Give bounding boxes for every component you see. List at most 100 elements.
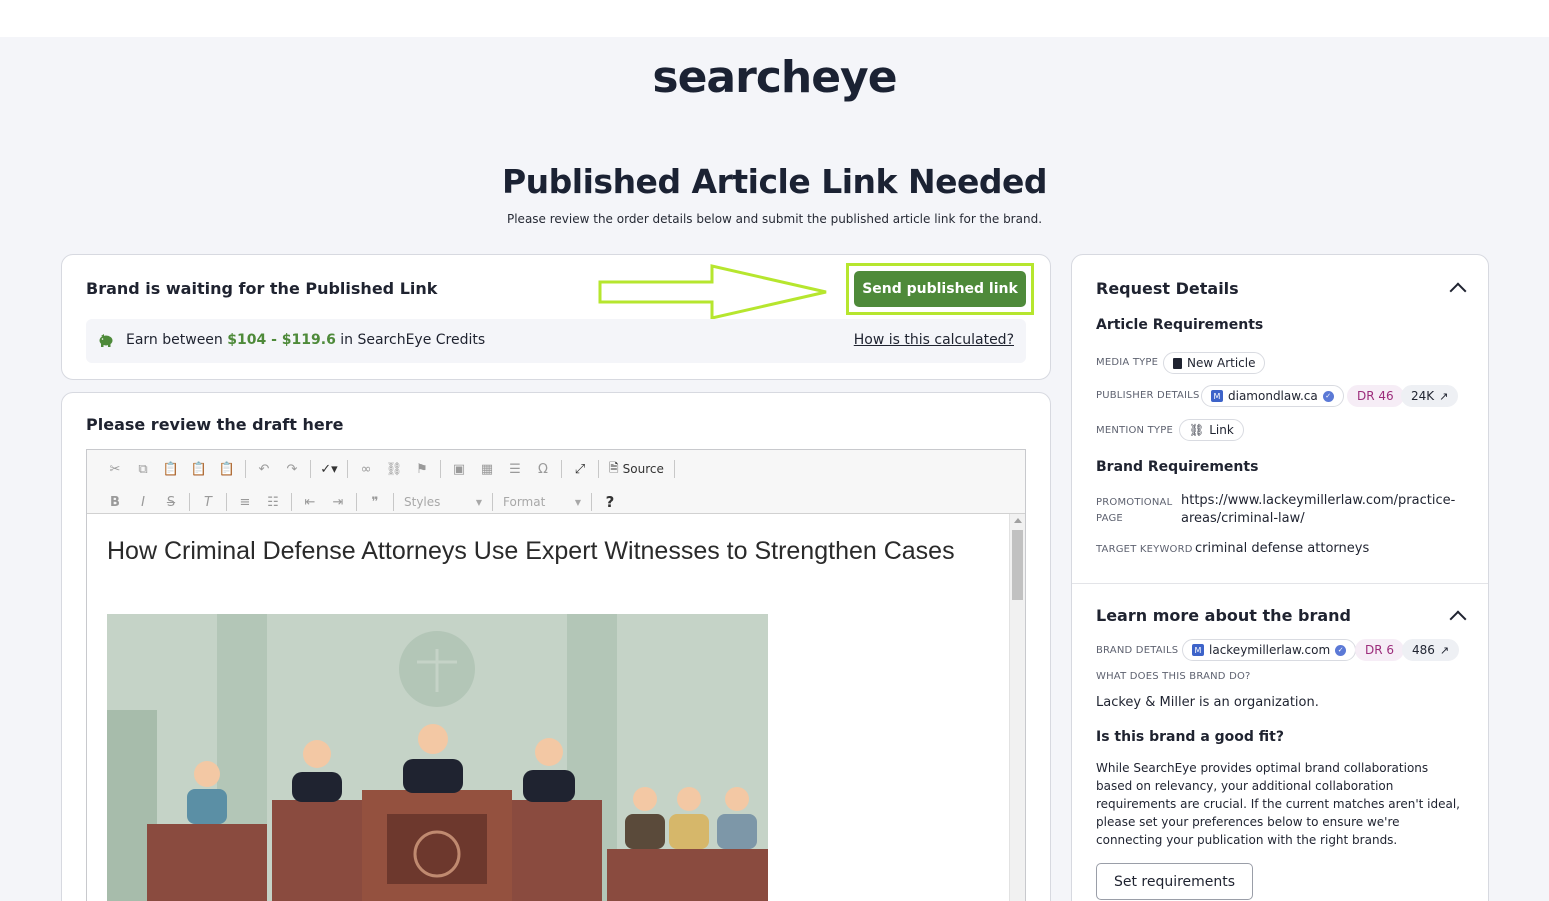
brand-dr-badge: DR 6 bbox=[1355, 639, 1405, 661]
good-fit-heading: Is this brand a good fit? bbox=[1096, 729, 1284, 745]
learn-brand-title: Learn more about the brand bbox=[1096, 606, 1351, 625]
paste-icon[interactable]: 📋 bbox=[157, 458, 185, 480]
image-icon[interactable]: ▣ bbox=[445, 458, 473, 480]
promotional-page-label-line-2: PAGE bbox=[1096, 513, 1123, 524]
table-icon[interactable]: ▦ bbox=[473, 458, 501, 480]
horizontal-rule-icon[interactable]: ☰ bbox=[501, 458, 529, 480]
earn-max: $119.6 bbox=[281, 332, 336, 348]
toolbar-row-2: B I S T ≡ ☷ ⇤ ⇥ ❞ Styles ▼ Format ▼ ? bbox=[101, 491, 624, 513]
toolbar-divider bbox=[226, 493, 227, 511]
earn-separator: - bbox=[266, 332, 282, 348]
paste-text-icon[interactable]: 📋 bbox=[185, 458, 213, 480]
document-icon bbox=[1173, 357, 1182, 369]
mention-type-value: Link bbox=[1209, 423, 1234, 437]
brand-description: Lackey & Miller is an organization. bbox=[1096, 695, 1319, 710]
help-icon[interactable]: ? bbox=[596, 491, 624, 513]
set-requirements-button[interactable]: Set requirements bbox=[1096, 863, 1253, 900]
send-published-link-button[interactable]: Send published link bbox=[854, 271, 1026, 307]
arrow-annotation-icon bbox=[598, 264, 827, 320]
toolbar-divider bbox=[356, 493, 357, 511]
spellcheck-icon[interactable]: ✓▾ bbox=[315, 458, 343, 480]
cut-icon[interactable]: ✂ bbox=[101, 458, 129, 480]
bold-icon[interactable]: B bbox=[101, 491, 129, 513]
verified-icon: ✓ bbox=[1322, 390, 1334, 402]
promotional-page-label-line-1: PROMOTIONAL bbox=[1096, 497, 1173, 508]
toolbar-divider bbox=[310, 460, 311, 478]
publisher-domain: diamondlaw.ca bbox=[1228, 389, 1318, 403]
chevron-up-icon[interactable] bbox=[1449, 282, 1467, 300]
link-icon[interactable]: ∞ bbox=[352, 458, 380, 480]
target-keyword-value: criminal defense attorneys bbox=[1195, 541, 1370, 556]
chevron-down-icon: ▼ bbox=[574, 497, 581, 507]
mention-type-chip: ⛓ Link bbox=[1179, 419, 1244, 441]
publisher-details-label: PUBLISHER DETAILS bbox=[1096, 390, 1200, 401]
redo-icon[interactable]: ↷ bbox=[278, 458, 306, 480]
brand-domain-chip[interactable]: M lackeymillerlaw.com ✓ bbox=[1182, 639, 1357, 661]
earn-suffix: in SearchEye Credits bbox=[335, 332, 486, 348]
numbered-list-icon[interactable]: ≡ bbox=[231, 491, 259, 513]
article-title: How Criminal Defense Attorneys Use Exper… bbox=[107, 537, 955, 565]
publisher-dr-badge: DR 46 bbox=[1347, 385, 1404, 407]
searcheye-logo[interactable]: searcheye bbox=[0, 52, 1549, 103]
publisher-domain-chip[interactable]: M diamondlaw.ca ✓ bbox=[1201, 385, 1344, 407]
chevron-down-icon: ▼ bbox=[475, 497, 482, 507]
brand-details-label: BRAND DETAILS bbox=[1096, 645, 1179, 656]
italic-icon[interactable]: I bbox=[129, 491, 157, 513]
brand-requirements-heading: Brand Requirements bbox=[1096, 459, 1259, 475]
editor-content[interactable]: How Criminal Defense Attorneys Use Exper… bbox=[87, 514, 1009, 901]
blockquote-icon[interactable]: ❞ bbox=[361, 491, 389, 513]
promotional-page-url-line-2[interactable]: areas/criminal-law/ bbox=[1181, 511, 1305, 526]
paste-word-icon[interactable]: 📋 bbox=[213, 458, 241, 480]
chevron-up-icon[interactable] bbox=[1449, 610, 1467, 628]
promotional-page-url-line-1[interactable]: https://www.lackeymillerlaw.com/practice… bbox=[1181, 493, 1455, 508]
toolbar-divider bbox=[347, 460, 348, 478]
earn-prefix: Earn between bbox=[126, 332, 228, 348]
publisher-traffic-chip: 24K ↗ bbox=[1401, 385, 1459, 407]
format-dropdown[interactable]: Format ▼ bbox=[497, 492, 587, 512]
what-brand-does-label: WHAT DOES THIS BRAND DO? bbox=[1096, 671, 1251, 682]
indent-icon[interactable]: ⇥ bbox=[324, 491, 352, 513]
brand-traffic-chip: 486 ↗ bbox=[1402, 639, 1460, 661]
undo-icon[interactable]: ↶ bbox=[250, 458, 278, 480]
how-calculated-link[interactable]: How is this calculated? bbox=[854, 332, 1014, 348]
toolbar-divider bbox=[591, 493, 592, 511]
editor-scrollbar[interactable] bbox=[1009, 514, 1025, 901]
link-icon: ⛓ bbox=[1189, 423, 1205, 437]
source-button[interactable]: 🗎 Source bbox=[603, 459, 670, 480]
media-type-label: MEDIA TYPE bbox=[1096, 357, 1159, 368]
special-char-icon[interactable]: Ω bbox=[529, 458, 557, 480]
verified-icon: ✓ bbox=[1335, 644, 1347, 656]
section-divider bbox=[1072, 583, 1488, 584]
editor-toolbar: ✂ ⧉ 📋 📋 📋 ↶ ↷ ✓▾ ∞ ⛓ ⚑ ▣ ▦ ☰ Ω ⤢ 🗎 Sourc… bbox=[87, 450, 1025, 514]
request-details-title: Request Details bbox=[1096, 279, 1239, 298]
format-label: Format bbox=[503, 495, 546, 509]
media-type-value: New Article bbox=[1187, 356, 1256, 370]
strikethrough-icon[interactable]: S bbox=[157, 491, 185, 513]
scroll-up-arrow-icon[interactable] bbox=[1014, 518, 1022, 523]
waiting-card: Brand is waiting for the Published Link … bbox=[61, 254, 1051, 380]
unlink-icon[interactable]: ⛓ bbox=[380, 458, 408, 480]
outdent-icon[interactable]: ⇤ bbox=[296, 491, 324, 513]
brand-domain: lackeymillerlaw.com bbox=[1209, 643, 1331, 657]
copy-icon[interactable]: ⧉ bbox=[129, 458, 157, 480]
page-subtitle: Please review the order details below an… bbox=[506, 212, 1043, 226]
piggy-bank-icon bbox=[99, 334, 113, 347]
scroll-thumb[interactable] bbox=[1012, 530, 1023, 600]
trending-up-icon: ↗ bbox=[1439, 643, 1450, 657]
trending-up-icon: ↗ bbox=[1439, 389, 1449, 403]
bulleted-list-icon[interactable]: ☷ bbox=[259, 491, 287, 513]
publisher-traffic-value: 24K bbox=[1411, 389, 1435, 403]
toolbar-divider bbox=[598, 460, 599, 478]
media-type-chip: New Article bbox=[1163, 352, 1266, 374]
waiting-title: Brand is waiting for the Published Link bbox=[86, 279, 438, 298]
anchor-flag-icon[interactable]: ⚑ bbox=[408, 458, 436, 480]
maximize-icon[interactable]: ⤢ bbox=[566, 458, 594, 480]
earn-text: Earn between $104 - $119.6 in SearchEye … bbox=[126, 332, 485, 348]
styles-dropdown[interactable]: Styles ▼ bbox=[398, 492, 488, 512]
remove-format-icon[interactable]: T bbox=[194, 491, 222, 513]
source-label: Source bbox=[622, 462, 664, 476]
draft-card: Please review the draft here ✂ ⧉ 📋 📋 📋 ↶… bbox=[61, 392, 1051, 901]
toolbar-divider bbox=[393, 493, 394, 511]
toolbar-divider bbox=[440, 460, 441, 478]
target-keyword-label: TARGET KEYWORD bbox=[1096, 544, 1193, 555]
